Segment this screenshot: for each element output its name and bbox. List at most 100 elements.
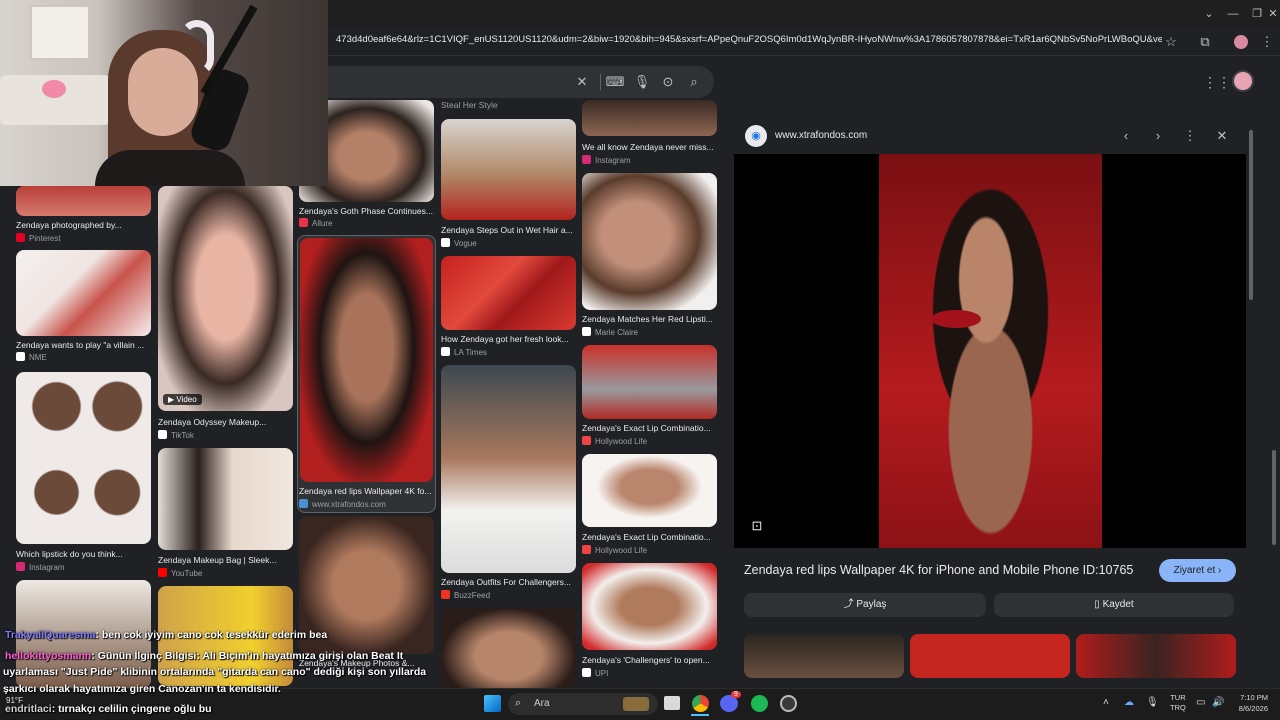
previous-icon[interactable]: ‹ <box>1117 127 1135 145</box>
image-source[interactable]: UPI <box>582 668 608 678</box>
image-caption[interactable]: How Zendaya got her fresh look... <box>441 334 576 344</box>
browser-menu-icon[interactable]: ⋮ <box>1258 33 1276 51</box>
save-label: Kaydet <box>1102 599 1134 610</box>
close-window-button[interactable]: ✕ <box>1262 6 1280 22</box>
voice-search-icon[interactable]: 🎙 <box>632 72 652 92</box>
share-button[interactable]: ⤴ Paylaş <box>744 593 986 617</box>
clear-search-icon[interactable]: ✕ <box>572 72 592 92</box>
image-result[interactable] <box>582 563 717 650</box>
image-caption[interactable]: Zendaya Odyssey Makeup... <box>158 417 293 427</box>
image-source[interactable]: Hollywood Life <box>582 545 647 555</box>
image-caption[interactable]: Zendaya's Goth Phase Continues... <box>299 206 434 216</box>
panel-site-name[interactable]: www.xtrafondos.com <box>775 130 867 141</box>
source-label: Hollywood Life <box>595 437 648 446</box>
image-source[interactable]: Hollywood Life <box>582 436 647 446</box>
image-result[interactable] <box>16 250 151 336</box>
url-text[interactable]: 473d4d0eaf6e64&rlz=1C1VIQF_enUS1120US112… <box>336 34 1162 50</box>
source-label: TikTok <box>171 431 194 440</box>
image-caption[interactable]: Zendaya photographed by... <box>16 220 151 230</box>
extensions-icon[interactable]: ⧉ <box>1196 33 1214 51</box>
image-result[interactable] <box>16 186 151 216</box>
image-source[interactable]: Pinterest <box>16 233 61 243</box>
image-result[interactable] <box>441 608 576 688</box>
image-caption[interactable]: We all know Zendaya never miss... <box>582 142 717 152</box>
image-result[interactable] <box>300 238 433 482</box>
image-caption[interactable]: Zendaya Outfits For Challengers... <box>441 577 576 587</box>
task-view-icon[interactable] <box>664 696 680 710</box>
chat-username: hellokittyosmann <box>5 650 92 662</box>
search-icon[interactable]: ⌕ <box>684 72 704 92</box>
panel-title[interactable]: Zendaya red lips Wallpaper 4K for iPhone… <box>744 563 1133 577</box>
next-icon[interactable]: › <box>1149 127 1167 145</box>
image-result[interactable] <box>16 372 151 544</box>
image-caption[interactable]: Zendaya's Exact Lip Combinatio... <box>582 423 717 433</box>
microphone-tray-icon[interactable]: 🎙 <box>1146 697 1159 708</box>
image-source[interactable]: LA Times <box>441 347 487 357</box>
lens-search-icon[interactable]: ⊙ <box>658 72 678 92</box>
image-result[interactable] <box>158 448 293 550</box>
image-source[interactable]: Instagram <box>582 155 631 165</box>
image-result[interactable] <box>441 119 576 220</box>
image-source[interactable]: BuzzFeed <box>441 590 490 600</box>
language-indicator[interactable]: TUR TRQ <box>1170 693 1186 713</box>
image-caption[interactable]: Zendaya red lips Wallpaper 4K fo... <box>299 486 434 496</box>
preview-image[interactable] <box>879 154 1102 548</box>
image-result[interactable] <box>582 173 717 310</box>
image-source[interactable]: Allure <box>299 218 332 228</box>
source-label: Vogue <box>454 239 477 248</box>
apps-grid-icon[interactable]: ⋮⋮ <box>1203 74 1231 90</box>
image-caption[interactable]: Which lipstick do you think... <box>16 549 151 559</box>
lens-icon[interactable]: ⊡ <box>748 517 766 535</box>
close-panel-icon[interactable]: ✕ <box>1213 127 1231 145</box>
related-image[interactable] <box>910 634 1070 678</box>
image-caption[interactable]: Zendaya wants to play "a villain ... <box>16 340 151 350</box>
keyboard-icon[interactable]: ⌨ <box>605 72 625 92</box>
pinterest-icon <box>16 233 25 242</box>
spotify-taskbar-icon[interactable] <box>751 695 768 712</box>
image-result[interactable] <box>441 365 576 573</box>
minimize-button[interactable]: — <box>1222 6 1244 22</box>
obs-taskbar-icon[interactable] <box>780 695 797 712</box>
image-source[interactable]: NME <box>16 352 47 362</box>
image-result[interactable] <box>582 100 717 136</box>
start-windows-icon[interactable] <box>484 695 501 712</box>
chrome-taskbar-icon[interactable] <box>692 695 709 712</box>
image-source[interactable]: Instagram <box>16 562 65 572</box>
onedrive-icon[interactable]: ☁ <box>1124 697 1134 708</box>
site-favicon-icon: ◉ <box>745 125 767 147</box>
image-source[interactable]: www.xtrafondos.com <box>299 499 386 509</box>
outer-scrollbar-thumb[interactable] <box>1272 450 1276 545</box>
image-source[interactable]: Vogue <box>441 238 477 248</box>
image-result[interactable] <box>441 256 576 330</box>
image-caption[interactable]: Zendaya's Exact Lip Combinatio... <box>582 532 717 542</box>
bookmark-star-icon[interactable]: ☆ <box>1162 33 1180 51</box>
chat-text: şarkıcı olarak hayatımıza giren Canozan'… <box>3 683 281 695</box>
clock[interactable]: 7:10 PM 8/6/2026 <box>1232 692 1268 714</box>
image-source[interactable]: Marie Claire <box>582 327 638 337</box>
scrollbar-thumb[interactable] <box>1249 130 1253 300</box>
search-placeholder: Ara <box>534 698 550 709</box>
profile-avatar[interactable] <box>1234 35 1248 49</box>
image-source[interactable]: YouTube <box>158 568 202 578</box>
account-avatar[interactable] <box>1232 70 1254 92</box>
related-image[interactable] <box>1076 634 1236 678</box>
marieclaire-icon <box>582 327 591 336</box>
image-caption[interactable]: Steal Her Style <box>441 100 576 110</box>
video-result[interactable] <box>158 186 293 411</box>
tray-overflow-icon[interactable]: ˄ <box>1103 697 1109 708</box>
network-icon[interactable]: ▭ <box>1196 697 1205 708</box>
image-caption[interactable]: Zendaya Makeup Bag | Sleek... <box>158 555 293 565</box>
image-caption[interactable]: Zendaya Steps Out in Wet Hair a... <box>441 225 576 235</box>
visit-button[interactable]: Ziyaret et › <box>1159 559 1236 582</box>
tab-search-icon[interactable]: ⌄ <box>1198 6 1220 22</box>
volume-icon[interactable]: 🔊 <box>1212 697 1224 708</box>
image-result[interactable] <box>582 345 717 419</box>
image-caption[interactable]: Zendaya's 'Challengers' to open... <box>582 655 717 665</box>
image-result[interactable] <box>582 454 717 527</box>
more-options-icon[interactable]: ⋮ <box>1181 127 1199 145</box>
save-button[interactable]: ▯ Kaydet <box>994 593 1234 617</box>
related-image[interactable] <box>744 634 904 678</box>
image-source[interactable]: TikTok <box>158 430 194 440</box>
image-caption[interactable]: Zendaya Matches Her Red Lipsti... <box>582 314 717 324</box>
video-badge: ▶ Video <box>163 394 202 405</box>
